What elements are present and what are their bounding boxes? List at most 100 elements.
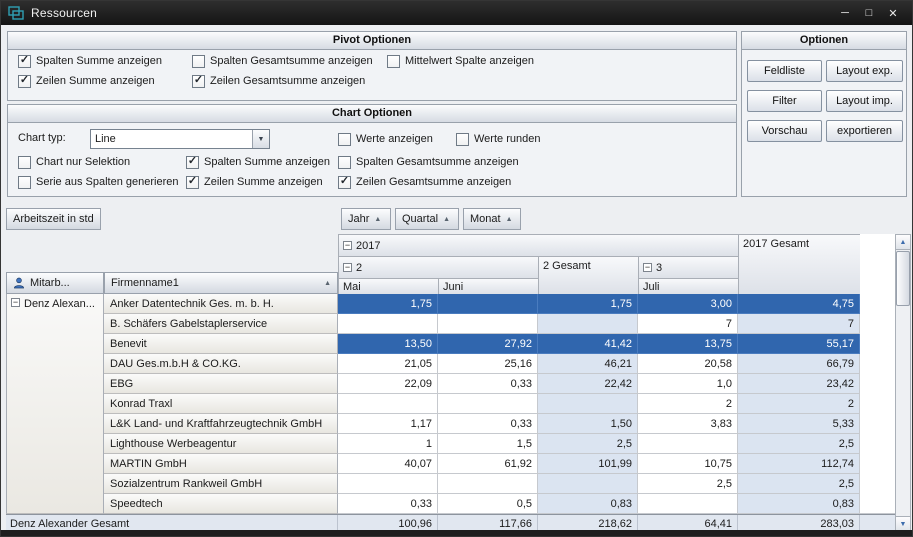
value-cell[interactable]: 25,16 — [438, 354, 538, 374]
scrollbar-thumb[interactable] — [896, 251, 910, 306]
collapse-icon[interactable]: − — [643, 263, 652, 272]
checkbox-spalten-gesamtsumme[interactable]: Spalten Gesamtsumme anzeigen — [192, 54, 373, 68]
header-month-juli[interactable]: Juli — [639, 279, 739, 295]
value-cell[interactable]: 0,33 — [338, 494, 438, 514]
value-cell[interactable] — [538, 394, 638, 414]
checkbox-spalten-summe[interactable]: ✓ Spalten Summe anzeigen — [18, 54, 162, 68]
value-cell[interactable]: 2,5 — [738, 434, 860, 454]
value-cell[interactable]: 0,83 — [738, 494, 860, 514]
value-cell[interactable]: 1 — [338, 434, 438, 454]
checkbox-chart-zeilen-summe[interactable]: ✓ Zeilen Summe anzeigen — [186, 175, 323, 189]
checkbox-chart-spalten-gesamtsumme[interactable]: Spalten Gesamtsumme anzeigen — [338, 155, 519, 169]
checkbox-werte-runden[interactable]: Werte runden — [456, 132, 540, 146]
column-field-monat[interactable]: Monat ▲ — [463, 208, 521, 230]
company-cell[interactable]: EBG — [104, 374, 338, 394]
value-cell[interactable]: 0,33 — [438, 414, 538, 434]
value-cell[interactable]: 1,0 — [638, 374, 738, 394]
value-cell[interactable]: 7 — [638, 314, 738, 334]
checkbox-werte-anzeigen[interactable]: Werte anzeigen — [338, 132, 433, 146]
value-cell[interactable]: 0,33 — [438, 374, 538, 394]
value-cell[interactable] — [638, 434, 738, 454]
checkbox-chart-nur-selektion[interactable]: Chart nur Selektion — [18, 155, 130, 169]
value-cell[interactable]: 101,99 — [538, 454, 638, 474]
column-field-quartal[interactable]: Quartal ▲ — [395, 208, 459, 230]
value-cell[interactable]: 55,17 — [738, 334, 860, 354]
value-cell[interactable]: 2,5 — [738, 474, 860, 494]
value-cell[interactable] — [638, 494, 738, 514]
value-cell[interactable]: 2,5 — [638, 474, 738, 494]
company-cell[interactable]: Konrad Traxl — [104, 394, 338, 414]
value-cell[interactable]: 4,75 — [738, 294, 860, 314]
layout-imp-button[interactable]: Layout imp. — [826, 90, 903, 112]
value-cell[interactable]: 1,50 — [538, 414, 638, 434]
data-field-button[interactable]: Arbeitszeit in std — [6, 208, 101, 230]
value-cell[interactable] — [438, 314, 538, 334]
value-cell[interactable] — [538, 474, 638, 494]
value-cell[interactable]: 10,75 — [638, 454, 738, 474]
maximize-icon[interactable]: □ — [857, 7, 881, 19]
row-group-denz-alexander[interactable]: − Denz Alexan... — [6, 294, 104, 514]
title-bar[interactable]: Ressourcen ─ □ ✕ — [1, 1, 912, 25]
collapse-icon[interactable]: − — [343, 241, 352, 250]
company-cell[interactable]: Sozialzentrum Rankweil GmbH — [104, 474, 338, 494]
value-cell[interactable] — [438, 474, 538, 494]
value-cell[interactable]: 3,00 — [638, 294, 738, 314]
value-cell[interactable]: 1,75 — [338, 294, 438, 314]
vertical-scrollbar[interactable]: ▲ ▼ — [895, 234, 911, 532]
value-cell[interactable]: 21,05 — [338, 354, 438, 374]
company-cell[interactable]: Lighthouse Werbeagentur — [104, 434, 338, 454]
value-cell[interactable] — [338, 314, 438, 334]
header-quarter-3[interactable]: − 3 — [639, 257, 739, 279]
header-quarter-2-total[interactable]: 2 Gesamt — [539, 257, 639, 295]
company-cell[interactable]: Benevit — [104, 334, 338, 354]
scroll-up-icon[interactable]: ▲ — [896, 235, 910, 250]
value-cell[interactable]: 1,75 — [538, 294, 638, 314]
value-cell[interactable]: 2,5 — [538, 434, 638, 454]
value-cell[interactable]: 22,09 — [338, 374, 438, 394]
value-cell[interactable] — [438, 394, 538, 414]
header-quarter-2[interactable]: − 2 — [339, 257, 539, 279]
value-cell[interactable] — [338, 394, 438, 414]
checkbox-chart-zeilen-gesamtsumme[interactable]: ✓ Zeilen Gesamtsumme anzeigen — [338, 175, 511, 189]
value-cell[interactable]: 2 — [738, 394, 860, 414]
header-month-mai[interactable]: Mai — [339, 279, 439, 295]
checkbox-mittelwert-spalte[interactable]: Mittelwert Spalte anzeigen — [387, 54, 534, 68]
value-cell[interactable]: 7 — [738, 314, 860, 334]
value-cell[interactable]: 20,58 — [638, 354, 738, 374]
header-year-total[interactable]: 2017 Gesamt — [739, 235, 861, 295]
layout-exp-button[interactable]: Layout exp. — [826, 60, 903, 82]
collapse-icon[interactable]: − — [11, 298, 20, 307]
value-cell[interactable]: 23,42 — [738, 374, 860, 394]
exportieren-button[interactable]: exportieren — [826, 120, 903, 142]
chart-type-select[interactable]: Line ▼ — [90, 129, 270, 149]
value-cell[interactable]: 61,92 — [438, 454, 538, 474]
company-cell[interactable]: Anker Datentechnik Ges. m. b. H. — [104, 294, 338, 314]
value-cell[interactable]: 40,07 — [338, 454, 438, 474]
value-cell[interactable]: 1,5 — [438, 434, 538, 454]
value-cell[interactable]: 3,83 — [638, 414, 738, 434]
row-field-firmenname[interactable]: Firmenname1 ▲ — [104, 272, 338, 294]
minimize-icon[interactable]: ─ — [833, 7, 857, 19]
value-cell[interactable]: 1,17 — [338, 414, 438, 434]
header-month-juni[interactable]: Juni — [439, 279, 539, 295]
company-cell[interactable]: MARTIN GmbH — [104, 454, 338, 474]
value-cell[interactable]: 112,74 — [738, 454, 860, 474]
value-cell[interactable]: 27,92 — [438, 334, 538, 354]
close-icon[interactable]: ✕ — [881, 7, 905, 20]
checkbox-zeilen-summe[interactable]: ✓ Zeilen Summe anzeigen — [18, 74, 155, 88]
value-cell[interactable] — [538, 314, 638, 334]
chevron-down-icon[interactable]: ▼ — [252, 130, 269, 148]
checkbox-chart-spalten-summe[interactable]: ✓ Spalten Summe anzeigen — [186, 155, 330, 169]
header-year-2017[interactable]: − 2017 — [339, 235, 739, 257]
value-cell[interactable] — [438, 294, 538, 314]
checkbox-zeilen-gesamtsumme[interactable]: ✓ Zeilen Gesamtsumme anzeigen — [192, 74, 365, 88]
collapse-icon[interactable]: − — [343, 263, 352, 272]
value-cell[interactable]: 0,83 — [538, 494, 638, 514]
row-field-mitarbeiter[interactable]: Mitarb... — [6, 272, 104, 294]
company-cell[interactable]: B. Schäfers Gabelstaplerservice — [104, 314, 338, 334]
column-field-jahr[interactable]: Jahr ▲ — [341, 208, 391, 230]
value-cell[interactable]: 2 — [638, 394, 738, 414]
value-cell[interactable]: 13,50 — [338, 334, 438, 354]
company-cell[interactable]: L&K Land- und Kraftfahrzeugtechnik GmbH — [104, 414, 338, 434]
company-cell[interactable]: DAU Ges.m.b.H & CO.KG. — [104, 354, 338, 374]
